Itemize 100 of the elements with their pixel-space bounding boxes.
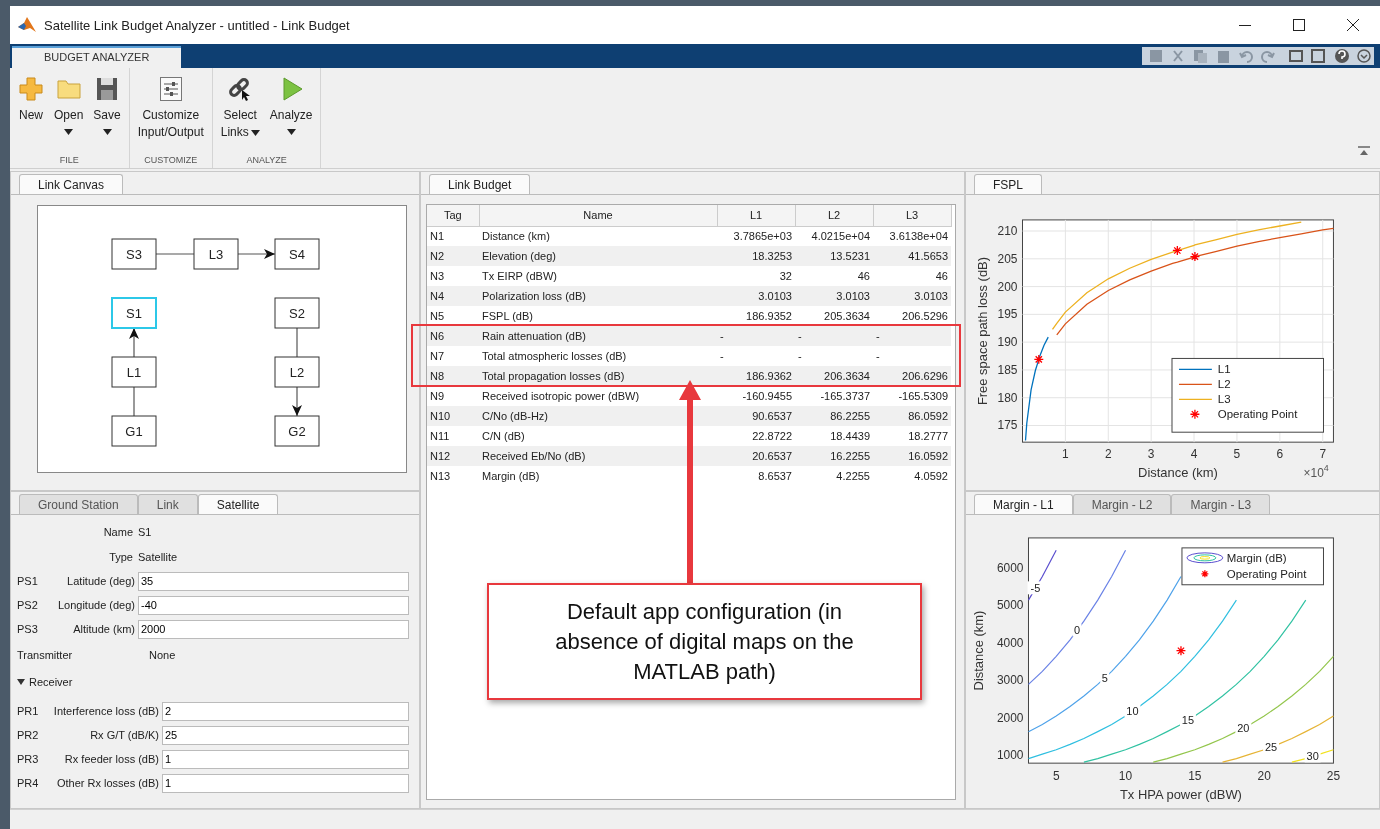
table-cell: 3.0103	[717, 286, 795, 306]
collapse-ribbon-icon[interactable]	[1358, 146, 1370, 156]
table-cell: N5	[427, 306, 479, 326]
property-label: Name	[102, 525, 133, 538]
table-cell: Received Eb/No (dB)	[479, 446, 717, 466]
tick-label: 175	[997, 418, 1018, 433]
save-button[interactable]: Save	[89, 68, 125, 155]
open-button[interactable]: Open	[50, 68, 88, 155]
table-cell: Polarization loss (dB)	[479, 286, 717, 306]
table-cell: 16.0592	[873, 446, 951, 466]
table-cell: 22.8722	[717, 426, 795, 446]
tick-label: 5	[1233, 447, 1241, 462]
table-cell: N3	[427, 266, 479, 286]
diagram-node[interactable]: G1	[111, 415, 157, 447]
field-label: Rx feeder loss (dB)	[63, 753, 160, 765]
table-cell: 186.9352	[717, 306, 795, 326]
tick-label: 2	[1104, 447, 1112, 462]
panel-tab[interactable]: Link	[137, 494, 198, 514]
table-cell: FSPL (dB)	[479, 306, 717, 326]
property-label: Transmitter	[17, 649, 74, 661]
table-cell: C/N (dB)	[479, 426, 717, 446]
table-cell: -	[795, 346, 873, 366]
panel-tab[interactable]: Satellite	[197, 494, 279, 514]
column-header[interactable]: L3	[873, 205, 951, 226]
table-cell: Margin (dB)	[479, 466, 717, 486]
tick-label: 5	[1052, 769, 1060, 784]
tick-label: 210	[997, 224, 1018, 238]
diagram-node[interactable]: S4	[274, 238, 320, 270]
table-cell: -	[873, 346, 951, 366]
diagram-node[interactable]: G2	[274, 415, 320, 447]
table-cell: 186.9362	[717, 366, 795, 386]
diagram-node[interactable]: L1	[111, 356, 157, 388]
column-header[interactable]: L1	[717, 205, 795, 226]
parameter-tag: PS2	[17, 599, 47, 611]
diagram-node[interactable]: L3	[193, 238, 239, 270]
field-label: Interference loss (dB)	[52, 705, 160, 717]
field-label: Other Rx losses (dB)	[55, 777, 160, 789]
analyze-button[interactable]: Analyze	[265, 68, 317, 155]
new-button[interactable]: New	[14, 68, 48, 155]
input-field[interactable]: 1	[162, 749, 409, 769]
contour-label: 20	[1235, 721, 1252, 735]
input-field[interactable]: 2	[162, 701, 409, 721]
contour-label: 10	[1124, 704, 1141, 718]
panel-tab[interactable]: Margin - L3	[1171, 494, 1271, 514]
diagram-node[interactable]: S1	[111, 297, 157, 329]
table-cell: 3.0103	[795, 286, 873, 306]
axis-label: Tx HPA power (dBW)	[1119, 787, 1242, 803]
panel-tab[interactable]: Margin - L2	[1072, 494, 1172, 514]
diagram-node[interactable]: S3	[111, 238, 157, 270]
table-cell: N2	[427, 246, 479, 266]
group-label: ANALYZE	[246, 155, 287, 167]
quick-access-toolbar-drawing[interactable]	[1142, 47, 1374, 65]
contour-label: 5	[1100, 670, 1110, 684]
panel-tab[interactable]: Link Canvas	[19, 174, 124, 194]
table-cell: -160.9455	[717, 386, 795, 406]
input-field[interactable]: -40	[138, 595, 409, 615]
input-field[interactable]: 1	[162, 773, 409, 793]
tick-label: 3	[1147, 447, 1155, 462]
input-field[interactable]: 2000	[138, 619, 409, 639]
panel-tab[interactable]: FSPL	[974, 174, 1042, 194]
table-cell: N8	[427, 366, 479, 386]
group-label: CUSTOMIZE	[144, 155, 198, 167]
input-field[interactable]: 35	[138, 571, 409, 591]
diagram-node[interactable]: S2	[274, 297, 320, 329]
tick-label: 25	[1326, 769, 1341, 784]
legend-label: L3	[1217, 393, 1231, 406]
contour-label: 0	[1072, 623, 1082, 637]
callout: Default app configuration (in absence of digital maps on the MATLAB path)	[487, 583, 922, 700]
ribbon-tab[interactable]: BUDGET ANALYZER	[12, 46, 182, 68]
panel-tab[interactable]: Ground Station	[19, 494, 138, 514]
table-cell: C/No (dB-Hz)	[479, 406, 717, 426]
select-links-button[interactable]: Select Links	[216, 68, 264, 155]
table-cell: -	[795, 326, 873, 346]
maximize-icon	[1293, 19, 1305, 31]
axis-label: Distance (km)	[1138, 465, 1218, 481]
panel-tab[interactable]: Margin - L1	[974, 494, 1073, 514]
column-header[interactable]: L2	[795, 205, 873, 226]
table-cell: 86.2255	[795, 406, 873, 426]
table-cell: N7	[427, 346, 479, 366]
table-cell: Elevation (deg)	[479, 246, 717, 266]
table-cell: 41.5653	[873, 246, 951, 266]
section-header[interactable]: Receiver	[17, 669, 409, 695]
table-cell: 3.6138e+04	[873, 226, 951, 246]
panel-tab[interactable]: Link Budget	[429, 174, 531, 194]
table-cell: 16.2255	[795, 446, 873, 466]
table-cell: Received isotropic power (dBW)	[479, 386, 717, 406]
table-cell: Total atmospheric losses (dB)	[479, 346, 717, 366]
table-cell: 18.4439	[795, 426, 873, 446]
field-label: Rx G/T (dB/K)	[89, 729, 160, 741]
tick-label: 20	[1257, 769, 1271, 784]
table-cell: N13	[427, 466, 479, 486]
parameter-tag: PR2	[17, 729, 47, 741]
column-header[interactable]: Name	[479, 205, 717, 226]
parameter-tag: PR1	[17, 705, 47, 717]
input-field[interactable]: 25	[162, 725, 409, 745]
tick-label: 185	[997, 362, 1018, 377]
table-cell: -	[717, 346, 795, 366]
column-header[interactable]: Tag	[427, 205, 479, 226]
diagram-node[interactable]: L2	[274, 356, 320, 388]
customize-button[interactable]: Customize Input/Output	[133, 68, 208, 155]
